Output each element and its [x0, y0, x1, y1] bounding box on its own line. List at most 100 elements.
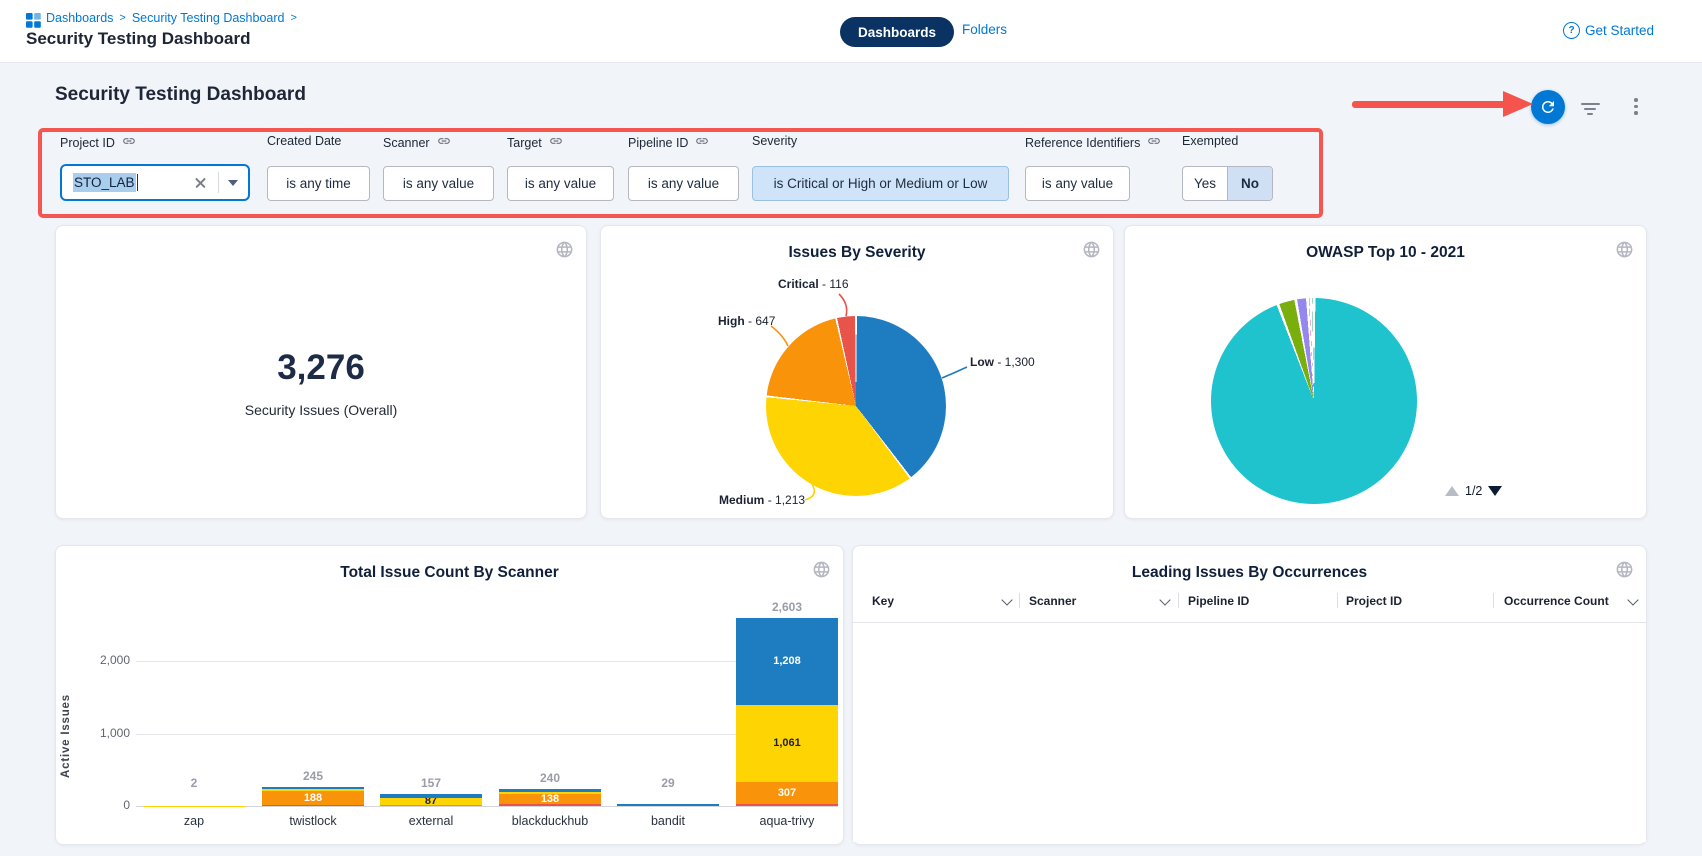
- get-started-link[interactable]: ? Get Started: [1563, 22, 1654, 39]
- bar-segment-blackduckhub-low[interactable]: [499, 789, 601, 792]
- bar-segment-external-medium[interactable]: 87: [380, 798, 482, 804]
- project-id-value: STO_LAB: [73, 173, 136, 192]
- metric-value: 3,276: [56, 348, 586, 388]
- severity-filter-button[interactable]: is Critical or High or Medium or Low: [752, 166, 1009, 201]
- bar-segment-aqua-trivy-high[interactable]: 307: [736, 782, 838, 804]
- filter-label-severity: Severity: [752, 134, 797, 148]
- reference-identifiers-filter-button[interactable]: is any value: [1025, 166, 1130, 201]
- exempted-toggle: Yes No: [1182, 166, 1273, 201]
- globe-icon[interactable]: [1615, 560, 1634, 579]
- refresh-icon: [1539, 98, 1557, 116]
- chevron-down-icon[interactable]: [228, 180, 238, 186]
- bar-segment-aqua-trivy-medium[interactable]: 1,061: [736, 705, 838, 782]
- x-category-label-zap: zap: [134, 814, 254, 828]
- occurrences-table-card: Leading Issues By Occurrences Key Scanne…: [852, 545, 1647, 845]
- breadcrumb-separator: >: [290, 12, 296, 24]
- bar-segment-twistlock-high[interactable]: 188: [262, 791, 364, 805]
- pie-label-critical: Critical - 116: [778, 277, 849, 291]
- column-header-occurrence-count[interactable]: Occurrence Count: [1504, 594, 1609, 608]
- filter-label-pipeline-id: Pipeline ID: [628, 134, 709, 151]
- filter-label-project-id: Project ID: [60, 134, 136, 151]
- gridline: [136, 806, 838, 807]
- target-filter-button[interactable]: is any value: [507, 166, 614, 201]
- filter-label-created-date: Created Date: [267, 134, 341, 148]
- bar-segment-aqua-trivy-low[interactable]: 1,208: [736, 618, 838, 705]
- x-category-label-blackduckhub: blackduckhub: [490, 814, 610, 828]
- table-body-empty: [853, 624, 1646, 842]
- link-icon: [1147, 134, 1161, 151]
- bar-segment-blackduckhub-medium[interactable]: [499, 792, 601, 794]
- severity-pie-card: Issues By Severity Critical - 116 High -…: [600, 225, 1114, 519]
- bar-total-zap: 2: [134, 776, 254, 790]
- chevron-down-icon[interactable]: [1627, 594, 1638, 605]
- y-tick-label: 2,000: [80, 653, 130, 667]
- chevron-down-icon[interactable]: [1001, 594, 1012, 605]
- scanner-filter-button[interactable]: is any value: [383, 166, 494, 201]
- bar-total-aqua-trivy: 2,603: [727, 600, 847, 614]
- column-header-project-id[interactable]: Project ID: [1346, 594, 1402, 608]
- bar-segment-blackduckhub-high[interactable]: 138: [499, 794, 601, 804]
- bar-segment-twistlock-low[interactable]: [262, 787, 364, 789]
- column-header-scanner[interactable]: Scanner: [1029, 594, 1076, 608]
- column-header-key[interactable]: Key: [872, 594, 894, 608]
- bar-total-external: 157: [371, 776, 491, 790]
- exempted-no-button[interactable]: No: [1227, 167, 1272, 200]
- project-id-input[interactable]: STO_LAB: [60, 164, 250, 201]
- annotation-arrow-head: [1503, 91, 1533, 117]
- page-indicator: 1/2: [1465, 484, 1482, 498]
- globe-icon[interactable]: [555, 240, 574, 259]
- pie-label-medium: Medium - 1,213: [719, 493, 805, 507]
- globe-icon[interactable]: [1615, 240, 1634, 259]
- bar-segment-aqua-trivy-critical[interactable]: [736, 804, 838, 806]
- x-category-label-twistlock: twistlock: [253, 814, 373, 828]
- column-separator: [1019, 593, 1020, 608]
- bar-segment-twistlock-medium[interactable]: [262, 789, 364, 791]
- link-icon: [695, 134, 709, 151]
- pie-pagination: 1/2: [1445, 484, 1502, 498]
- metric-label: Security Issues (Overall): [56, 402, 586, 418]
- filter-label-exempted: Exempted: [1182, 134, 1238, 148]
- bar-total-bandit: 29: [608, 776, 728, 790]
- owasp-pie-chart[interactable]: [1211, 298, 1417, 504]
- exempted-yes-button[interactable]: Yes: [1183, 167, 1227, 200]
- dashboard-title: Security Testing Dashboard: [55, 84, 306, 106]
- gridline: [136, 661, 838, 662]
- y-tick-label: 0: [80, 798, 130, 812]
- pipeline-id-filter-button[interactable]: is any value: [628, 166, 739, 201]
- page-up-icon[interactable]: [1445, 486, 1459, 496]
- column-separator: [1337, 593, 1338, 608]
- clear-icon[interactable]: [195, 177, 206, 188]
- page-down-icon[interactable]: [1488, 486, 1502, 496]
- tab-dashboards[interactable]: Dashboards: [840, 17, 954, 47]
- chevron-down-icon[interactable]: [1159, 594, 1170, 605]
- filter-label-reference-identifiers: Reference Identifiers: [1025, 134, 1161, 151]
- tab-folders[interactable]: Folders: [962, 22, 1007, 37]
- filter-label-scanner: Scanner: [383, 134, 451, 151]
- bar-total-twistlock: 245: [253, 769, 373, 783]
- refresh-button[interactable]: [1531, 90, 1565, 124]
- bar-segment-bandit-low[interactable]: [617, 804, 719, 806]
- kebab-menu-icon[interactable]: [1629, 98, 1643, 118]
- filter-icon[interactable]: [1580, 100, 1600, 116]
- link-icon: [437, 134, 451, 151]
- link-icon: [549, 134, 563, 151]
- bar-segment-external-low[interactable]: [380, 794, 482, 798]
- bar-total-blackduckhub: 240: [490, 771, 610, 785]
- globe-icon[interactable]: [1082, 240, 1101, 259]
- severity-pie-chart[interactable]: [766, 316, 946, 496]
- pie-label-high: High - 647: [718, 314, 775, 328]
- breadcrumb-dashboards[interactable]: Dashboards: [46, 11, 113, 25]
- annotation-arrow-shaft: [1352, 101, 1510, 108]
- scanner-bar-chart[interactable]: 01,0002,0002zap188245twistlock87157exter…: [56, 546, 843, 844]
- owasp-pie-card: OWASP Top 10 - 2021 1/2: [1124, 225, 1647, 519]
- column-header-pipeline-id[interactable]: Pipeline ID: [1188, 594, 1249, 608]
- pie-label-low: Low - 1,300: [970, 355, 1035, 369]
- x-category-label-bandit: bandit: [608, 814, 728, 828]
- x-category-label-aqua-trivy: aqua-trivy: [727, 814, 847, 828]
- scanner-bar-card: Total Issue Count By Scanner Active Issu…: [55, 545, 844, 845]
- created-date-filter-button[interactable]: is any time: [267, 166, 370, 201]
- bar-segment-twistlock-critical[interactable]: [262, 805, 364, 806]
- breadcrumb-separator: >: [119, 12, 125, 24]
- breadcrumb-current-dashboard[interactable]: Security Testing Dashboard: [132, 11, 285, 25]
- owasp-pie-title: OWASP Top 10 - 2021: [1125, 244, 1646, 262]
